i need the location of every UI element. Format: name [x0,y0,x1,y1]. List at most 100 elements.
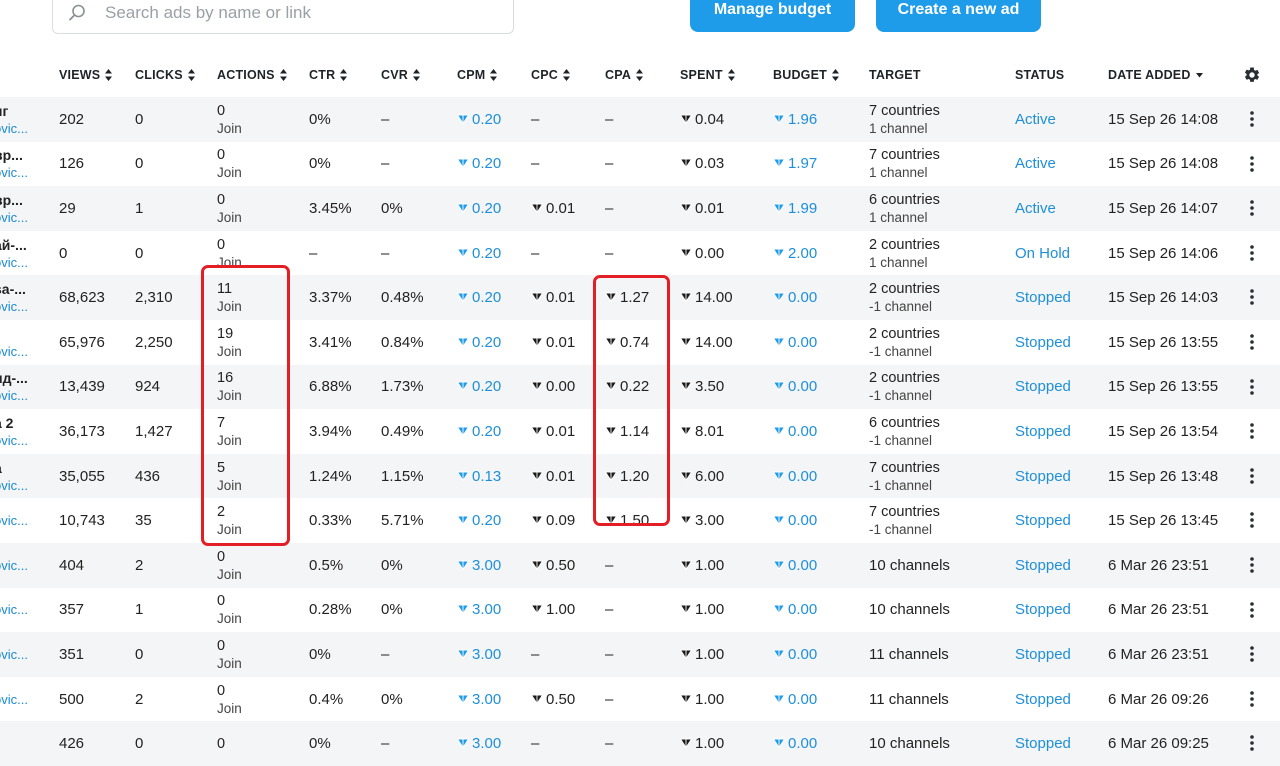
table-row[interactable]: вр...ovic... 126 0 0Join 0% – 0.20 – – 0.03 1.97 7 … [0,142,1280,187]
ad-link[interactable]: ovic... [0,343,28,360]
ad-name-cell[interactable]: a 2ovic... [0,409,30,454]
ad-link[interactable]: ovic... [0,164,28,181]
ad-name-cell[interactable]: нгovic... [0,97,30,142]
ad-name-cell[interactable]: ид-...ovic... [0,365,30,410]
target-cell: 2 countries -1 channel [869,281,940,315]
column-clicks[interactable]: CLICKS [135,58,195,92]
column-date-added[interactable]: DATE ADDED [1108,58,1203,92]
ad-link[interactable]: ovic... [0,691,28,708]
ad-name-cell[interactable] [0,721,30,766]
ad-name-cell[interactable]: aovic... [0,454,30,499]
status-link[interactable]: Stopped [1015,365,1071,410]
cpa-cell: – [605,244,614,262]
budget-cell: 0.00 [773,275,817,320]
table-row[interactable]: вр...ovic... 29 1 0Join 3.45% 0% 0.20 0.01 – 0.01… [0,186,1280,231]
status-link[interactable]: Stopped [1015,320,1071,365]
ad-link[interactable]: ovic... [0,646,28,663]
ad-name-cell[interactable]: ай-...ovic... [0,231,30,276]
sort-icon [105,69,113,81]
status-link[interactable]: Stopped [1015,677,1071,722]
status-link[interactable]: Stopped [1015,275,1071,320]
ad-link[interactable]: ovic... [0,387,28,404]
status-link[interactable]: Stopped [1015,409,1071,454]
ad-link[interactable]: ovic... [0,477,28,494]
table-row[interactable]: ovic... 500 2 0Join 0.4% 0% 3.00 0.50 – 1.00 0.00 1… [0,677,1280,722]
search-input[interactable] [103,0,497,27]
manage-budget-button[interactable]: Manage budget [690,0,855,32]
column-cpa[interactable]: CPA [605,58,644,92]
status-link[interactable]: On Hold [1015,231,1070,276]
column-cpm[interactable]: CPM [457,58,498,92]
status-link[interactable]: Stopped [1015,632,1071,677]
ton-diamond-icon [680,512,695,529]
ad-name-cell[interactable]: sa-...ovic... [0,275,30,320]
ton-diamond-icon [531,601,546,618]
column-actions[interactable]: ACTIONS [217,58,287,92]
column-budget[interactable]: BUDGET [773,58,839,92]
ton-diamond-icon [680,691,695,708]
gear-icon[interactable] [1243,66,1261,84]
ad-link[interactable]: ovic... [0,512,28,529]
column-cvr[interactable]: CVR [381,58,420,92]
ton-diamond-icon [457,378,472,395]
spent-cell: 8.01 [680,409,724,454]
date-added-cell: 15 Sep 26 14:08 [1108,155,1219,173]
table-row[interactable]: ovic... 404 2 0Join 0.5% 0% 3.00 0.50 – 1.00 0.00 1… [0,543,1280,588]
cpc-cell: 0.01 [531,320,575,365]
cpa-cell: – [605,155,614,173]
status-link[interactable]: Active [1015,186,1056,231]
date-added-cell: 6 Mar 26 09:25 [1108,735,1209,753]
cpm-cell: 3.00 [457,632,501,677]
status-link[interactable]: Stopped [1015,588,1071,633]
column-ctr[interactable]: CTR [309,58,348,92]
spent-cell: 1.00 [680,588,724,633]
date-added-cell: 15 Sep 26 13:54 [1108,422,1219,440]
status-link[interactable]: Stopped [1015,543,1071,588]
status-link[interactable]: Stopped [1015,721,1071,766]
clicks-cell: 436 [135,467,161,485]
table-row[interactable]: ovic... 351 0 0Join 0% – 3.00 – – 1.00 0.00 11 chan… [0,632,1280,677]
status-link[interactable]: Stopped [1015,454,1071,499]
views-cell: 29 [59,199,76,217]
ad-name-cell[interactable]: ovic... [0,632,30,677]
ctr-cell: 0.28% [309,601,352,619]
column-cpc[interactable]: CPC [531,58,570,92]
ad-link[interactable]: ovic... [0,432,28,449]
column-views[interactable]: VIEWS [59,58,113,92]
ad-name-cell[interactable]: вр...ovic... [0,142,30,187]
views-cell: 357 [59,601,85,619]
ton-diamond-icon [531,691,546,708]
ton-diamond-icon [680,378,695,395]
create-new-ad-button[interactable]: Create a new ad [876,0,1041,32]
date-added-cell: 15 Sep 26 13:55 [1108,378,1219,396]
ad-name-cell[interactable]: ovic... [0,677,30,722]
ad-name-cell[interactable]: tovic... [0,320,30,365]
search-box[interactable] [52,0,514,34]
sort-icon [413,69,420,81]
ad-link[interactable]: ovic... [0,209,28,226]
cpc-cell: – [531,645,540,663]
ad-link[interactable]: ovic... [0,557,28,574]
table-row[interactable]: нгovic... 202 0 0Join 0% – 0.20 – – 0.04 1.96 7 cou… [0,97,1280,142]
cpm-cell: 0.20 [457,409,501,454]
ad-link[interactable]: ovic... [0,601,28,618]
ad-link[interactable]: ovic... [0,298,28,315]
status-link[interactable]: Stopped [1015,498,1071,543]
ad-name-cell[interactable]: ovic... [0,588,30,633]
status-link[interactable]: Active [1015,97,1056,142]
ctr-cell: 0% [309,155,331,173]
clicks-cell: 2 [135,690,144,708]
column-spent[interactable]: SPENT [680,58,735,92]
table-row[interactable]: 426 0 0 0% – 3.00 – – 1.00 0.00 10 channels Stopped… [0,721,1280,766]
table-row[interactable]: ай-...ovic...000Join––0.20––0.002.002 co… [0,231,1280,276]
sort-icon [340,69,348,81]
sort-icon [831,69,839,81]
cpa-cell: – [605,645,614,663]
ad-link[interactable]: ovic... [0,254,28,271]
ad-name-cell[interactable]: ovic... [0,498,30,543]
ad-name-cell[interactable]: ovic... [0,543,30,588]
status-link[interactable]: Active [1015,142,1056,187]
ad-name-cell[interactable]: вр...ovic... [0,186,30,231]
ad-link[interactable]: ovic... [0,120,28,137]
table-row[interactable]: ovic... 357 1 0Join 0.28% 0% 3.00 1.00 – 1.00 0.00… [0,588,1280,633]
